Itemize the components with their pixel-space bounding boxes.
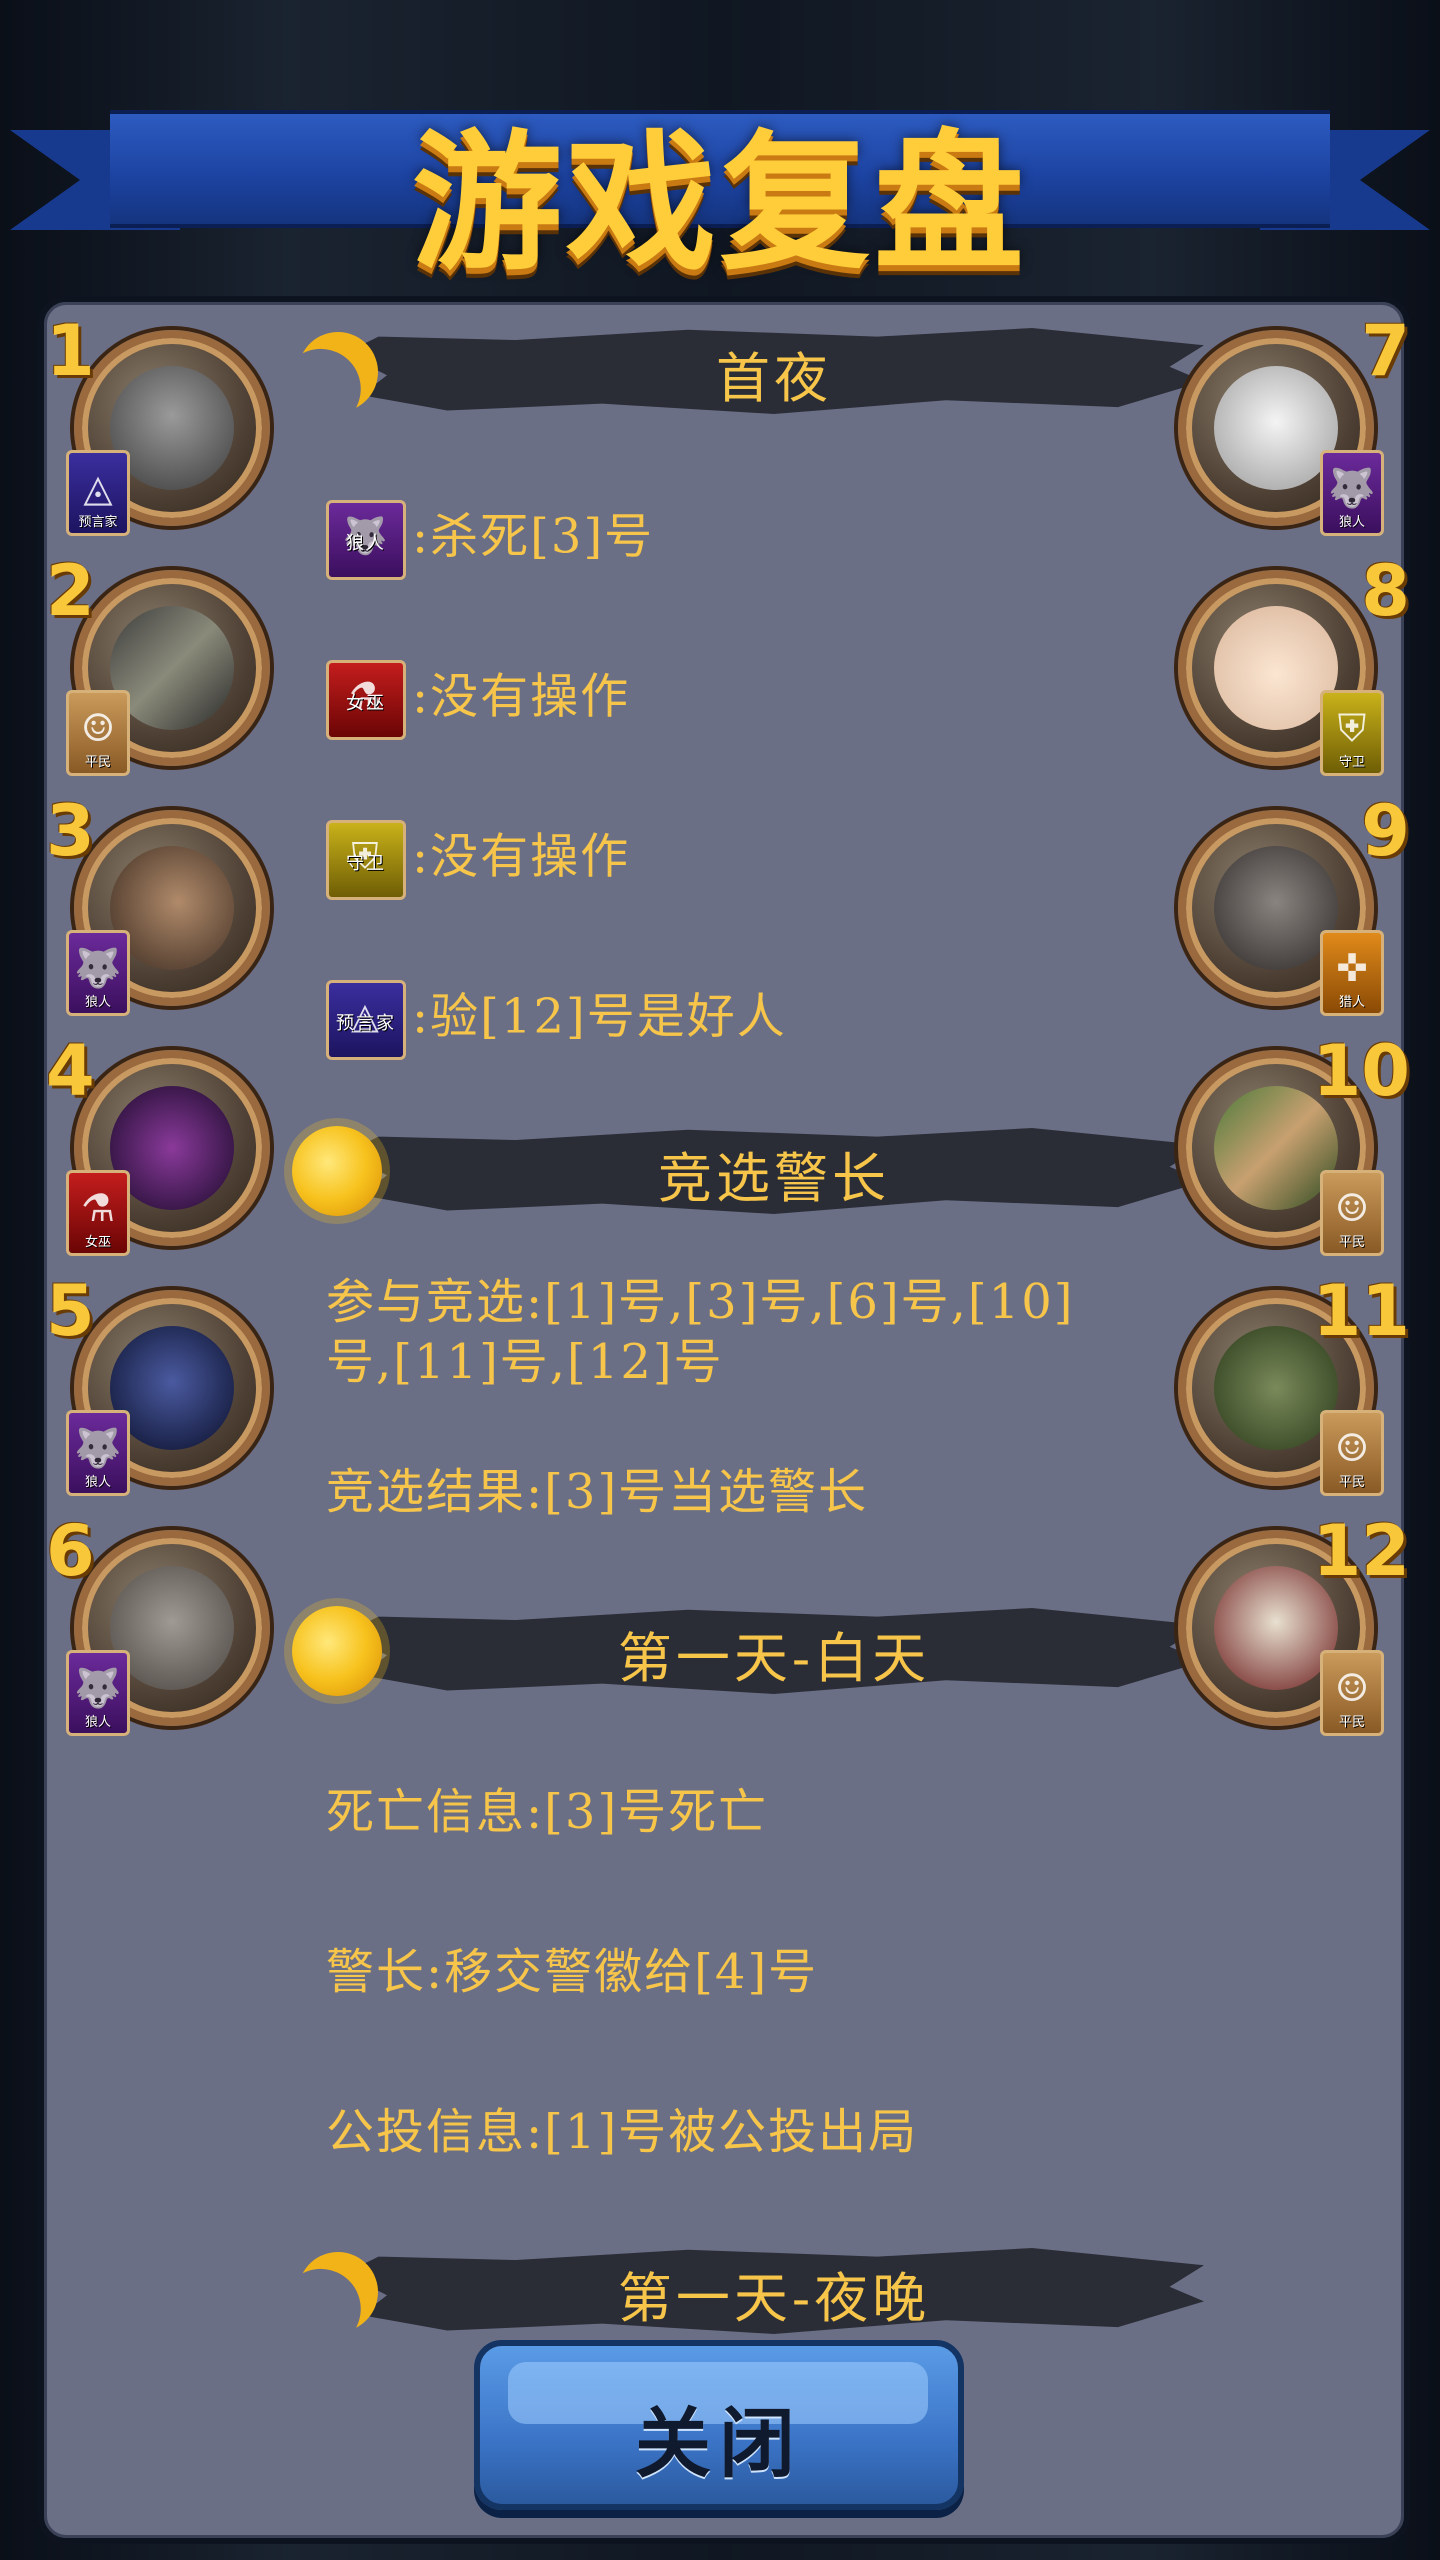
- page-title: 游戏复盘: [411, 117, 1028, 291]
- wolf-role-icon: 🐺 狼人: [66, 1410, 130, 1496]
- close-button-label: 关闭: [635, 2399, 803, 2488]
- close-button[interactable]: 关闭: [474, 2340, 964, 2510]
- witch-role-icon: ⚗ 女巫: [326, 660, 406, 740]
- player-number: 10: [1312, 1030, 1410, 1112]
- section-title: 第一天-白天: [617, 1627, 931, 1690]
- player-slot-3[interactable]: 3 🐺 狼人: [46, 790, 270, 1016]
- player-slot-11[interactable]: 11 ☺ 平民: [1178, 1270, 1410, 1496]
- guard-role-icon: ⛨ 守卫: [1320, 690, 1384, 776]
- log-sheriff-participants: 参与竞选:[1]号,[3]号,[6]号,[10]号,[11]号,[12]号: [326, 1274, 1075, 1390]
- player-slot-8[interactable]: 8 ⛨ 守卫: [1178, 550, 1410, 776]
- log-guard-action: ⛨ 守卫 :没有操作: [326, 820, 1146, 900]
- player-number: 11: [1312, 1270, 1410, 1352]
- player-slot-2[interactable]: 2 ☺ 平民: [46, 550, 270, 776]
- section-title: 首夜: [716, 347, 832, 410]
- player-slot-12[interactable]: 12 ☺ 平民: [1178, 1510, 1410, 1736]
- player-slot-7[interactable]: 7 🐺 狼人: [1178, 310, 1410, 536]
- log-sheriff-result: 竞选结果:[3]号当选警长: [326, 1464, 869, 1520]
- title-banner: 游戏复盘: [0, 90, 1440, 291]
- log-text: :验[12]号是好人: [412, 988, 787, 1045]
- section-title: 第一天-夜晚: [617, 2267, 931, 2330]
- seer-role-icon: ◬ 预言家: [326, 980, 406, 1060]
- log-witch-action: ⚗ 女巫 :没有操作: [326, 660, 1146, 740]
- villager-role-icon: ☺ 平民: [1320, 1170, 1384, 1256]
- section-header-night1: 第一天-夜晚: [284, 2236, 1204, 2342]
- player-slot-6[interactable]: 6 🐺 狼人: [46, 1510, 270, 1736]
- section-header-first-night: 首夜: [284, 316, 1204, 426]
- player-number: 4: [46, 1030, 95, 1112]
- log-wolf-action: 🐺 狼人 :杀死[3]号: [326, 500, 1146, 580]
- player-number: 6: [46, 1510, 95, 1592]
- player-number: 9: [1361, 790, 1410, 872]
- player-slot-10[interactable]: 10 ☺ 平民: [1178, 1030, 1410, 1256]
- section-header-day1: 第一天-白天: [284, 1596, 1204, 1706]
- log-vote-info: 公投信息:[1]号被公投出局: [326, 2104, 919, 2160]
- log-text: :没有操作: [412, 828, 631, 885]
- log-text: :没有操作: [412, 668, 631, 725]
- player-slot-5[interactable]: 5 🐺 狼人: [46, 1270, 270, 1496]
- player-number: 8: [1361, 550, 1410, 632]
- hunter-role-icon: ✜ 猎人: [1320, 930, 1384, 1016]
- player-slot-9[interactable]: 9 ✜ 猎人: [1178, 790, 1410, 1016]
- villager-role-icon: ☺ 平民: [66, 690, 130, 776]
- log-seer-action: ◬ 预言家 :验[12]号是好人: [326, 980, 1146, 1060]
- villager-role-icon: ☺ 平民: [1320, 1410, 1384, 1496]
- player-number: 7: [1361, 310, 1410, 392]
- section-header-sheriff: 竞选警长: [284, 1116, 1204, 1226]
- player-number: 12: [1312, 1510, 1410, 1592]
- wolf-role-icon: 🐺 狼人: [1320, 450, 1384, 536]
- seer-role-icon: ◬ 预言家: [66, 450, 130, 536]
- player-number: 3: [46, 790, 95, 872]
- wolf-role-icon: 🐺 狼人: [66, 930, 130, 1016]
- section-title: 竞选警长: [658, 1147, 890, 1210]
- log-text: :杀死[3]号: [412, 508, 655, 565]
- replay-panel: 首夜 🐺 狼人 :杀死[3]号 ⚗ 女巫 :没有操作 ⛨ 守卫 :没有操作 ◬ 预言家 …: [38, 296, 1410, 2544]
- player-number: 5: [46, 1270, 95, 1352]
- log-death-info: 死亡信息:[3]号死亡: [326, 1784, 769, 1840]
- wolf-role-icon: 🐺 狼人: [326, 500, 406, 580]
- player-slot-1[interactable]: 1 ◬ 预言家: [46, 310, 270, 536]
- witch-role-icon: ⚗ 女巫: [66, 1170, 130, 1256]
- player-number: 1: [46, 310, 95, 392]
- villager-role-icon: ☺ 平民: [1320, 1650, 1384, 1736]
- player-slot-4[interactable]: 4 ⚗ 女巫: [46, 1030, 270, 1256]
- log-sheriff-transfer: 警长:移交警徽给[4]号: [326, 1944, 819, 2000]
- wolf-role-icon: 🐺 狼人: [66, 1650, 130, 1736]
- guard-role-icon: ⛨ 守卫: [326, 820, 406, 900]
- player-number: 2: [46, 550, 95, 632]
